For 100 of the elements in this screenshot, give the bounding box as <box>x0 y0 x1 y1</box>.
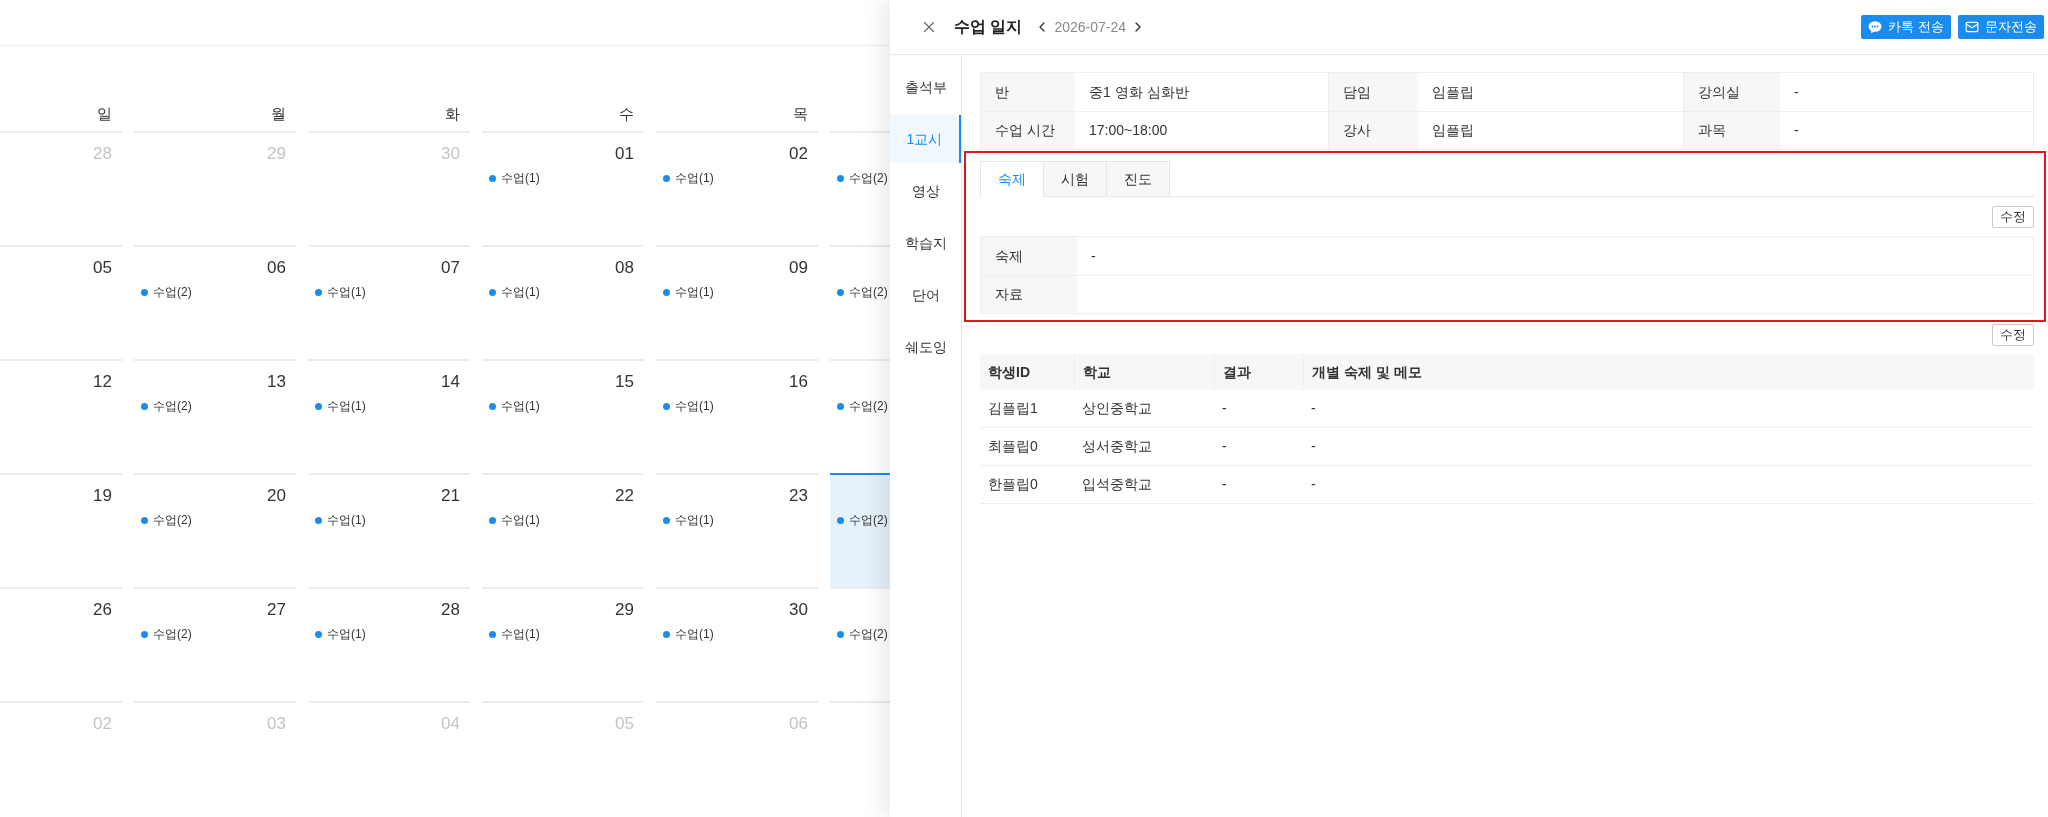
edit-button[interactable]: 수정 <box>1992 324 2034 346</box>
event-label[interactable]: 수업(1) <box>327 625 366 643</box>
event-label[interactable]: 수업(2) <box>153 625 192 643</box>
side-tab[interactable]: 쉐도잉 <box>890 323 961 371</box>
info-label: 강사 <box>1328 112 1418 149</box>
day-number: 06 <box>267 257 286 277</box>
event-label[interactable]: 수업(1) <box>327 397 366 415</box>
day-number: 06 <box>789 713 808 733</box>
info-value: 임플립 <box>1431 82 1475 102</box>
event-label[interactable]: 수업(1) <box>675 169 714 187</box>
event-label[interactable]: 수업(1) <box>501 283 540 301</box>
homework-tab[interactable]: 숙제 <box>980 161 1044 197</box>
table-cell-text: - <box>1221 437 1228 456</box>
side-tab[interactable]: 영상 <box>890 167 961 215</box>
event-label[interactable]: 수업(1) <box>501 511 540 529</box>
column-header: 학교 <box>1074 354 1214 390</box>
event-label[interactable]: 수업(2) <box>849 169 888 187</box>
table-cell-text: 성서중학교 <box>1081 437 1153 456</box>
table-cell-text: 상인중학교 <box>1081 399 1153 418</box>
drawer-title: 수업 일지 <box>954 17 1023 37</box>
chat-bubble-icon <box>1868 20 1883 34</box>
mail-icon <box>1965 20 1979 34</box>
day-number: 30 <box>441 143 460 163</box>
date-label: 2026-07-24 <box>1054 17 1127 37</box>
event-label[interactable]: 수업(1) <box>675 511 714 529</box>
event-label[interactable]: 수업(1) <box>501 625 540 643</box>
day-number: 14 <box>441 371 460 391</box>
day-number: 19 <box>93 485 112 505</box>
day-number: 21 <box>441 485 460 505</box>
column-header: 개별 숙제 및 메모 <box>1303 354 2034 390</box>
day-number: 22 <box>615 485 634 505</box>
info-label: 수업 시간 <box>981 112 1075 149</box>
day-number: 26 <box>93 599 112 619</box>
weekday-label: 화 <box>445 103 460 124</box>
day-number: 13 <box>267 371 286 391</box>
table-cell-text: - <box>1221 399 1228 418</box>
field-value: - <box>1090 246 1096 266</box>
day-number: 16 <box>789 371 808 391</box>
event-label[interactable]: 수업(1) <box>675 625 714 643</box>
info-label: 반 <box>981 73 1075 111</box>
field-label: 숙제 <box>981 237 1077 275</box>
day-number: 28 <box>93 143 112 163</box>
table-cell-text: - <box>1310 437 1317 456</box>
info-value: - <box>1793 121 1800 140</box>
event-label[interactable]: 수업(1) <box>327 283 366 301</box>
table-cell-text: - <box>1310 399 1317 418</box>
edit-button[interactable]: 수정 <box>1992 206 2034 228</box>
event-label[interactable]: 수업(1) <box>675 283 714 301</box>
weekday-label: 일 <box>97 103 112 124</box>
day-number: 01 <box>615 143 634 163</box>
event-label[interactable]: 수업(2) <box>849 625 888 643</box>
day-number: 08 <box>615 257 634 277</box>
day-number: 04 <box>441 713 460 733</box>
weekday-label: 월 <box>271 103 286 124</box>
table-cell-text: 입석중학교 <box>1081 475 1153 494</box>
field-label: 자료 <box>981 276 1077 313</box>
day-number: 27 <box>267 599 286 619</box>
day-number: 30 <box>789 599 808 619</box>
event-label[interactable]: 수업(1) <box>501 397 540 415</box>
side-tab[interactable]: 출석부 <box>890 63 961 111</box>
day-number: 29 <box>267 143 286 163</box>
day-number: 23 <box>789 485 808 505</box>
day-number: 05 <box>615 713 634 733</box>
table-cell-text: 김플립1 <box>987 399 1039 418</box>
event-label[interactable]: 수업(1) <box>327 511 366 529</box>
event-label[interactable]: 수업(2) <box>153 397 192 415</box>
day-number: 05 <box>93 257 112 277</box>
homework-tab[interactable]: 진도 <box>1106 161 1170 197</box>
info-value: - <box>1793 82 1800 102</box>
event-label[interactable]: 수업(2) <box>849 511 888 529</box>
table-cell-text: 최플립0 <box>987 437 1039 456</box>
info-value: 17:00~18:00 <box>1088 121 1169 140</box>
day-number: 29 <box>615 599 634 619</box>
info-value: 중1 영화 심화반 <box>1088 82 1190 102</box>
event-label[interactable]: 수업(2) <box>849 397 888 415</box>
day-number: 12 <box>93 371 112 391</box>
day-number: 02 <box>789 143 808 163</box>
info-label: 강의실 <box>1683 73 1780 111</box>
column-header: 학생ID <box>987 362 1031 382</box>
day-number: 03 <box>267 713 286 733</box>
day-number: 20 <box>267 485 286 505</box>
day-number: 02 <box>93 713 112 733</box>
side-tab[interactable]: 단어 <box>890 271 961 319</box>
event-label[interactable]: 수업(1) <box>501 169 540 187</box>
column-header: 결과 <box>1214 354 1303 390</box>
side-tab[interactable]: 학습지 <box>890 219 961 267</box>
weekday-label: 목 <box>793 103 808 124</box>
weekday-label: 수 <box>619 103 634 124</box>
info-label: 담임 <box>1328 73 1418 111</box>
event-label[interactable]: 수업(2) <box>849 283 888 301</box>
event-label[interactable]: 수업(2) <box>153 511 192 529</box>
homework-tab[interactable]: 시험 <box>1043 161 1107 197</box>
info-value: 임플립 <box>1431 121 1475 140</box>
table-cell-text: 한플립0 <box>987 475 1039 494</box>
day-number: 09 <box>789 257 808 277</box>
event-label[interactable]: 수업(2) <box>153 283 192 301</box>
table-cell-text: - <box>1310 475 1317 494</box>
event-label[interactable]: 수업(1) <box>675 397 714 415</box>
table-cell-text: - <box>1221 475 1228 494</box>
calendar-day[interactable]: 수업(2) <box>830 473 890 587</box>
